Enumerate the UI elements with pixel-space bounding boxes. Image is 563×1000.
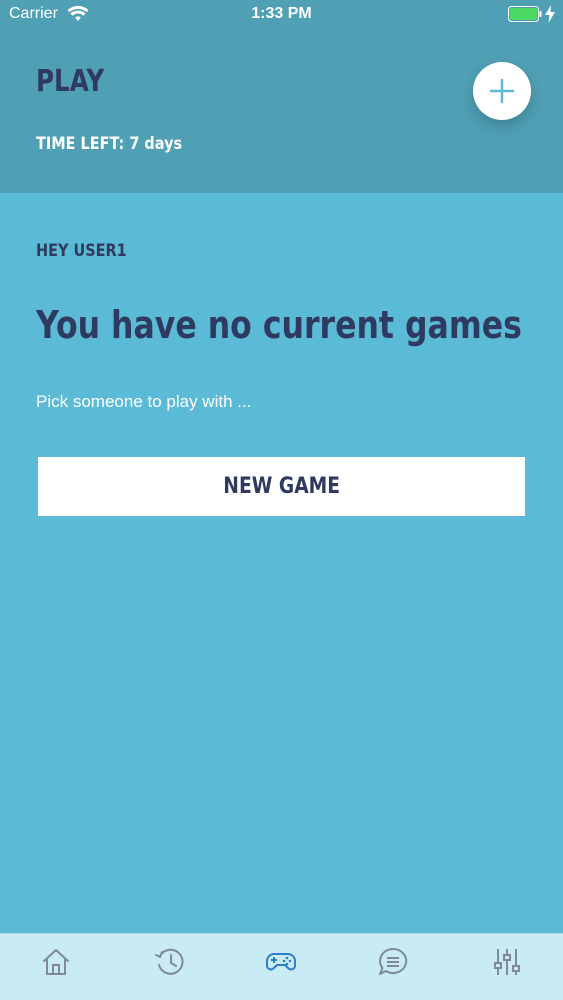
home-icon bbox=[43, 949, 69, 975]
greeting-label: HEY USER1 bbox=[36, 241, 127, 261]
battery-icon bbox=[508, 6, 542, 22]
add-game-button[interactable] bbox=[473, 62, 531, 120]
empty-state-subtext: Pick someone to play with ... bbox=[36, 392, 252, 411]
new-game-button[interactable]: NEW GAME bbox=[38, 457, 525, 516]
plus-icon bbox=[489, 78, 515, 104]
header: Carrier 1:33 PM PLAY TIME LEFT: 7 days bbox=[0, 0, 563, 193]
settings-sliders-icon bbox=[494, 949, 520, 975]
gamepad-icon bbox=[266, 953, 296, 971]
page-title: PLAY bbox=[36, 64, 105, 99]
tab-bar bbox=[0, 933, 563, 1000]
status-bar: Carrier 1:33 PM bbox=[0, 0, 563, 30]
history-icon bbox=[155, 948, 184, 975]
tab-home[interactable] bbox=[38, 944, 74, 980]
tab-history[interactable] bbox=[152, 944, 188, 980]
tab-games[interactable] bbox=[263, 944, 299, 980]
chat-icon bbox=[379, 947, 408, 975]
new-game-label: NEW GAME bbox=[223, 474, 340, 499]
tab-settings[interactable] bbox=[489, 944, 525, 980]
tab-chat[interactable] bbox=[375, 944, 411, 980]
charging-bolt-icon bbox=[545, 5, 555, 23]
status-time: 1:33 PM bbox=[251, 5, 312, 22]
empty-state-headline: You have no current games bbox=[36, 303, 522, 347]
time-left-label: TIME LEFT: 7 days bbox=[36, 134, 183, 154]
